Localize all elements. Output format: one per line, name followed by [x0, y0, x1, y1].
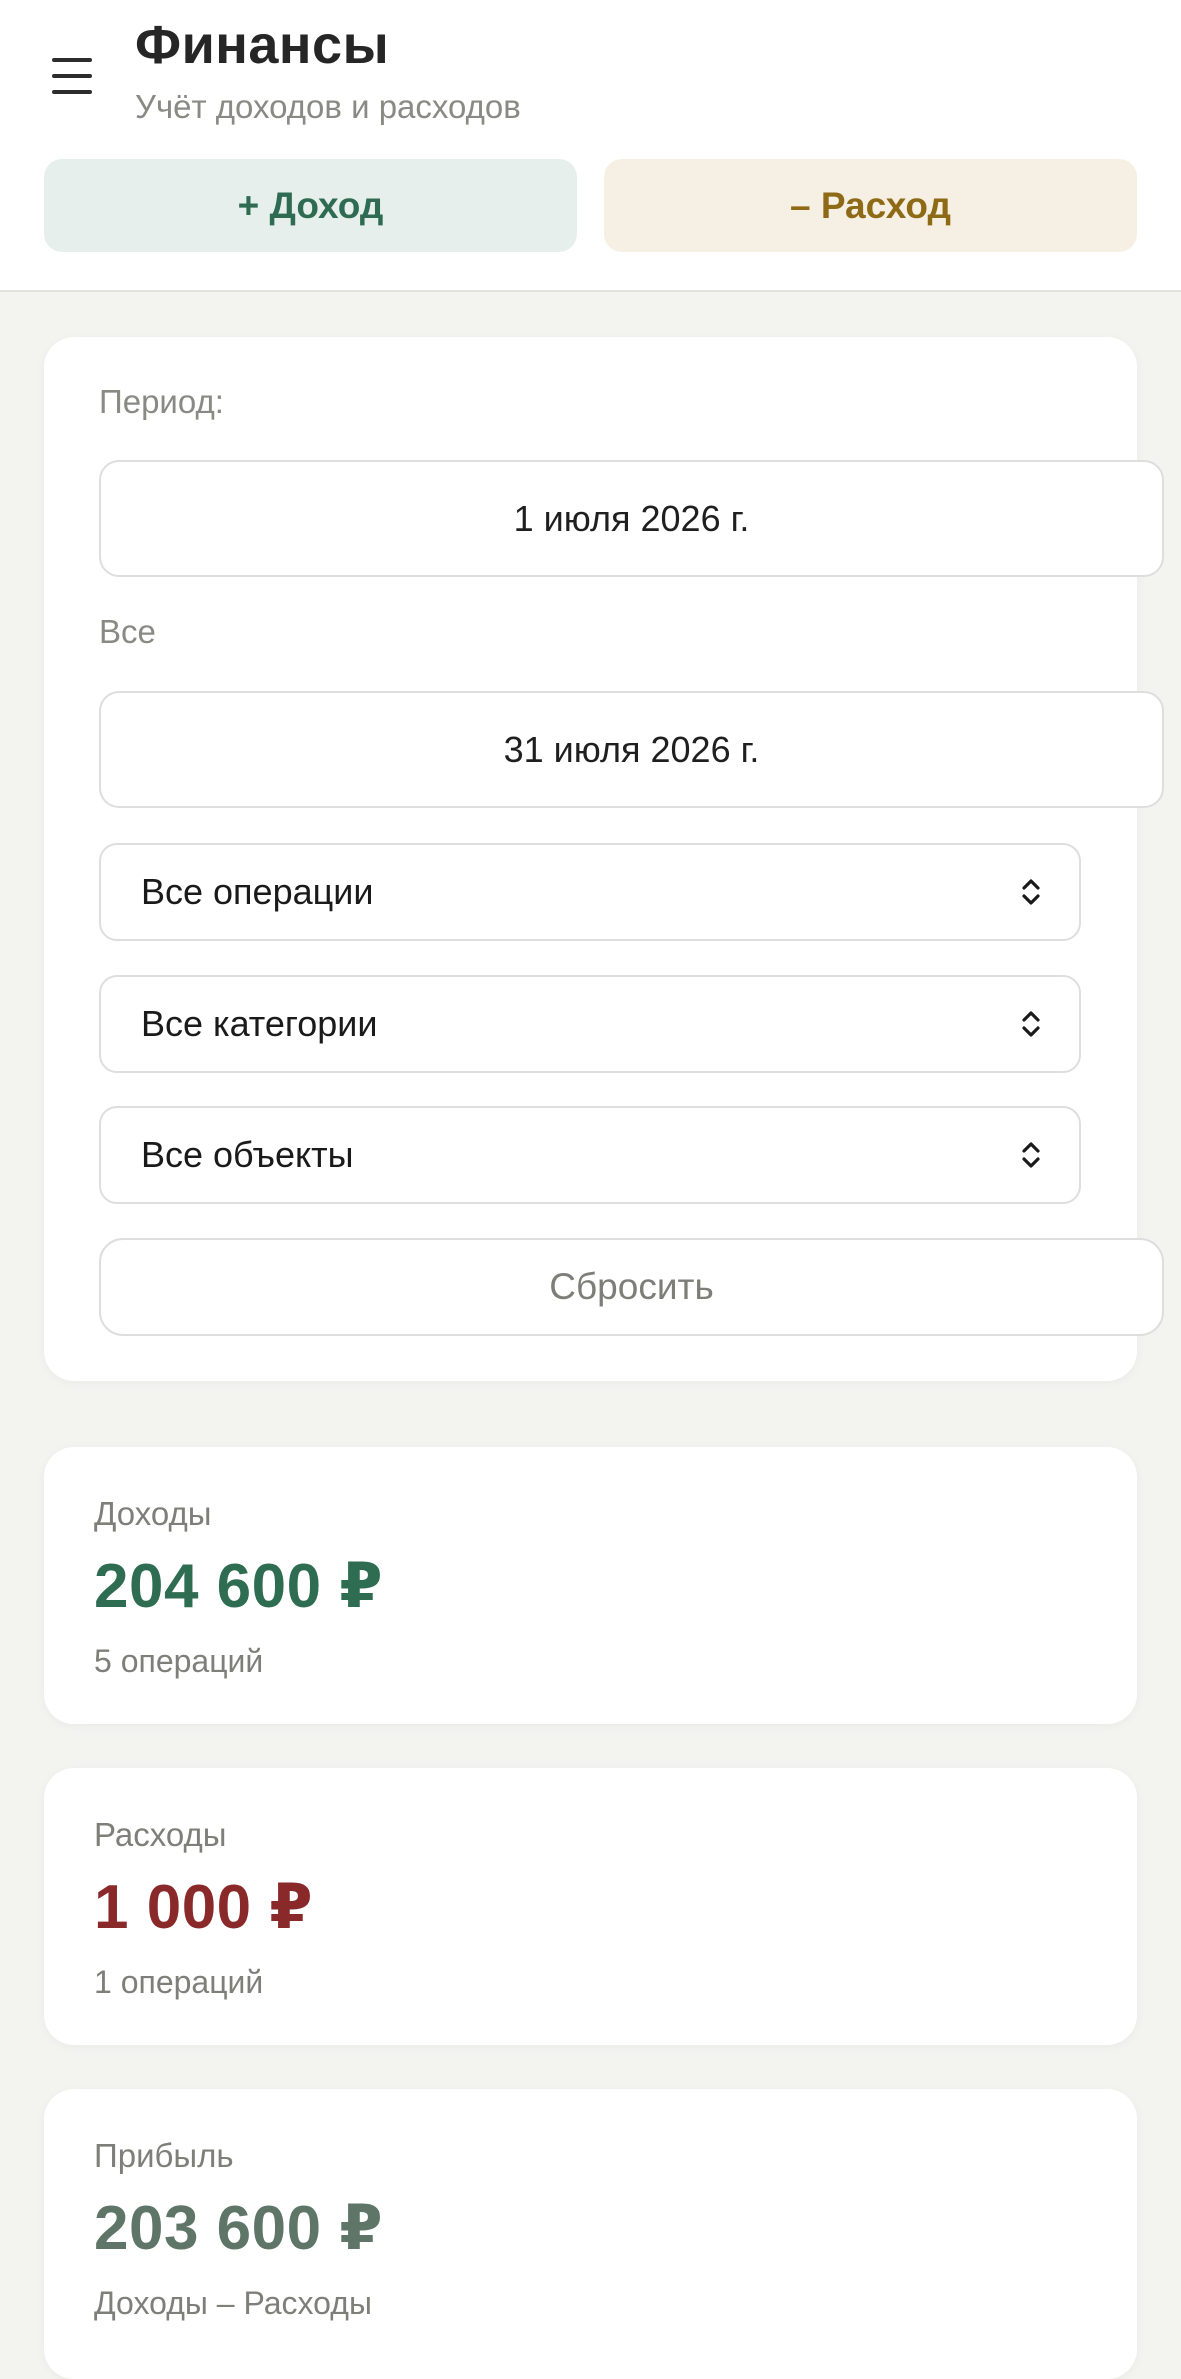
income-operations-count: 5 операций: [94, 1643, 264, 1679]
income-total: 204 600 ₽: [94, 1552, 383, 1621]
page-subtitle: Учёт доходов и расходов: [135, 88, 521, 125]
chevron-up-down-icon: [1022, 1011, 1040, 1037]
operation-type-value: Все операции: [141, 871, 374, 912]
category-value: Все категории: [141, 1003, 378, 1044]
expense-label: Расходы: [94, 1816, 227, 1853]
date-to-field[interactable]: 31 июля 2026 г.: [99, 691, 1164, 808]
operation-type-select[interactable]: Все операции: [99, 843, 1081, 941]
object-value: Все объекты: [141, 1134, 354, 1175]
app-header: Финансы Учёт доходов и расходов + Доход …: [0, 0, 1181, 292]
object-select[interactable]: Все объекты: [99, 1106, 1081, 1204]
reset-filters-button[interactable]: Сбросить: [99, 1238, 1164, 1336]
profit-total: 203 600 ₽: [94, 2194, 383, 2263]
profit-label: Прибыль: [94, 2137, 234, 2174]
filters-card: Период: 1 июля 2026 г. Все 31 июля 2026 …: [44, 337, 1164, 1381]
add-expense-button[interactable]: – Расход: [604, 159, 1137, 252]
period-label: Период:: [99, 383, 224, 420]
hamburger-menu-icon[interactable]: [52, 58, 96, 94]
expense-total: 1 000 ₽: [94, 1873, 314, 1942]
date-to-label: Все: [99, 613, 156, 650]
category-select[interactable]: Все категории: [99, 975, 1081, 1073]
profit-formula: Доходы – Расходы: [94, 2285, 372, 2321]
chevron-up-down-icon: [1022, 1142, 1040, 1168]
add-income-button[interactable]: + Доход: [44, 159, 577, 252]
profit-summary-card: Прибыль 203 600 ₽ Доходы – Расходы: [44, 2089, 1137, 2379]
date-from-field[interactable]: 1 июля 2026 г.: [99, 460, 1164, 577]
income-label: Доходы: [94, 1495, 212, 1532]
expense-operations-count: 1 операций: [94, 1964, 264, 2000]
page-title: Финансы: [135, 15, 390, 75]
menu-line: [52, 74, 92, 78]
income-summary-card: Доходы 204 600 ₽ 5 операций: [44, 1447, 1137, 1724]
menu-line: [52, 90, 92, 94]
chevron-up-down-icon: [1022, 879, 1040, 905]
expense-summary-card: Расходы 1 000 ₽ 1 операций: [44, 1768, 1137, 2045]
menu-line: [52, 58, 92, 62]
